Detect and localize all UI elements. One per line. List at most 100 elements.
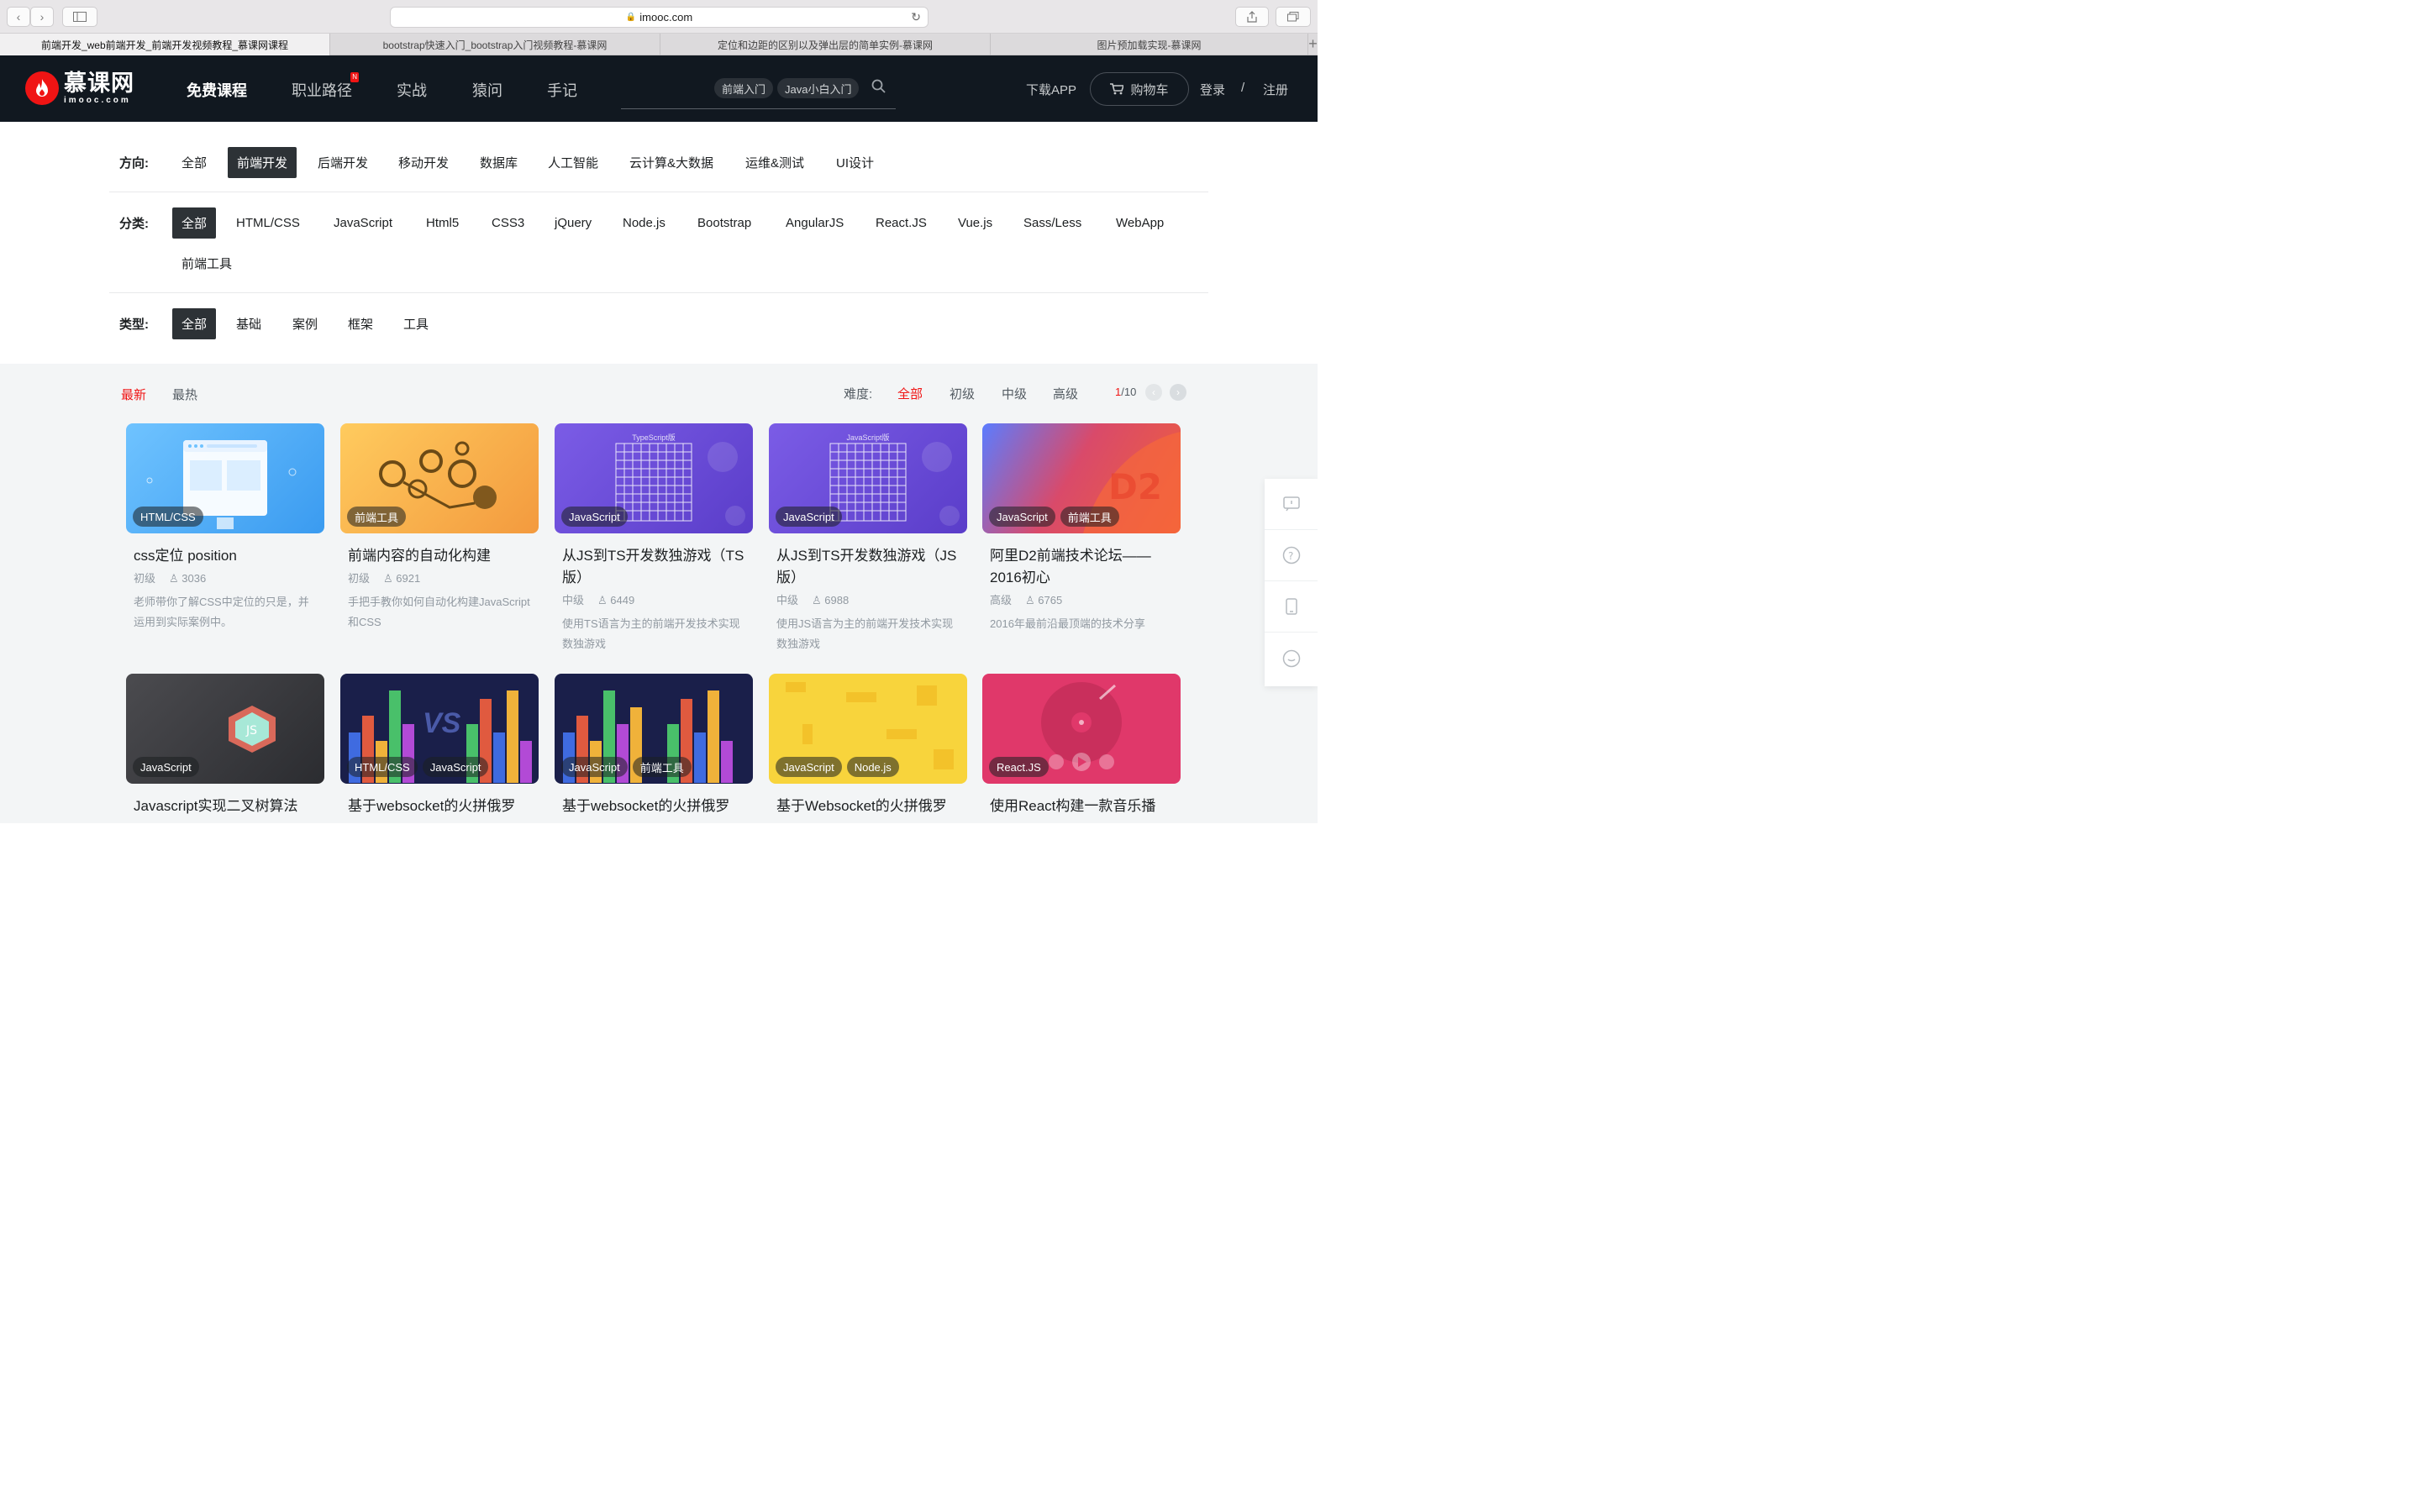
next-page-button[interactable]: › bbox=[1170, 384, 1186, 401]
filter-category-item[interactable]: JavaScript bbox=[324, 207, 402, 239]
filter-category-item[interactable]: Html5 bbox=[417, 207, 468, 239]
filter-category-item[interactable]: HTML/CSS bbox=[227, 207, 309, 239]
difficulty-option[interactable]: 中级 bbox=[1002, 385, 1027, 402]
browser-tab[interactable]: bootstrap快速入门_bootstrap入门视频教程-慕课网 bbox=[330, 34, 660, 55]
filter-direction-item[interactable]: 云计算&大数据 bbox=[620, 147, 723, 178]
prev-page-button[interactable]: ‹ bbox=[1145, 384, 1162, 401]
login-link[interactable]: 登录 bbox=[1200, 81, 1225, 98]
tabs-overview-button[interactable] bbox=[1276, 7, 1311, 27]
course-tag: HTML/CSS bbox=[347, 757, 418, 777]
course-card[interactable]: D2 JavaScript 前端工具 阿里D2前端技术论坛——2016初心 高级 ♙… bbox=[982, 423, 1181, 634]
course-title[interactable]: 基于Websocket的火拼俄罗 bbox=[776, 795, 960, 817]
filter-category-item[interactable]: CSS3 bbox=[482, 207, 534, 239]
course-card[interactable]: JavaScript版 JavaScript 从JS到TS开发数独游戏（JS版）… bbox=[769, 423, 967, 654]
course-card[interactable]: JavaScript Node.js 基于Websocket的火拼俄罗 bbox=[769, 674, 967, 817]
course-title[interactable]: 阿里D2前端技术论坛——2016初心 bbox=[990, 545, 1173, 589]
course-level: 初级 bbox=[134, 572, 156, 585]
filter-direction-item[interactable]: 运维&测试 bbox=[736, 147, 813, 178]
nav-practice[interactable]: 实战 bbox=[397, 79, 472, 101]
filter-category-item[interactable]: jQuery bbox=[545, 207, 601, 239]
course-title[interactable]: css定位 position bbox=[134, 545, 317, 567]
nav-notes[interactable]: 手记 bbox=[547, 79, 577, 101]
filter-type-item[interactable]: 案例 bbox=[283, 308, 327, 339]
course-title[interactable]: 基于websocket的火拼俄罗 bbox=[562, 795, 745, 817]
course-thumbnail: TypeScript版 JavaScript bbox=[555, 423, 753, 533]
filter-type-item[interactable]: 基础 bbox=[227, 308, 271, 339]
course-title[interactable]: 从JS到TS开发数独游戏（TS版） bbox=[562, 545, 745, 589]
filter-category-item[interactable]: AngularJS bbox=[776, 207, 853, 239]
course-card[interactable]: JavaScript 前端工具 基于websocket的火拼俄罗 bbox=[555, 674, 753, 817]
filter-direction-item[interactable]: 全部 bbox=[172, 147, 216, 178]
course-title[interactable]: 前端内容的自动化构建 bbox=[348, 545, 531, 567]
filter-category-item[interactable]: 全部 bbox=[172, 207, 217, 239]
course-card[interactable]: HTML/CSS css定位 position 初级 ♙ 3036 老师带你了解C… bbox=[126, 423, 324, 633]
course-list-area: 最新 最热 难度: 全部 初级 中级 高级 1/10 ‹ › HTML/CSS … bbox=[0, 364, 1318, 823]
filter-category-item[interactable]: 前端工具 bbox=[172, 248, 241, 279]
course-tag: React.JS bbox=[989, 757, 1049, 777]
feedback-icon[interactable] bbox=[1265, 479, 1318, 530]
course-learners: 6988 bbox=[824, 594, 850, 606]
tag-list: JavaScript 前端工具 bbox=[561, 757, 697, 777]
forward-button[interactable]: › bbox=[30, 7, 54, 27]
course-thumbnail: 前端工具 bbox=[340, 423, 539, 533]
filter-type-item[interactable]: 工具 bbox=[394, 308, 438, 339]
filter-category-item[interactable]: Sass/Less bbox=[1014, 207, 1091, 239]
nav-qa[interactable]: 猿问 bbox=[472, 79, 547, 101]
filter-category-item[interactable]: Node.js bbox=[613, 207, 675, 239]
browser-tab[interactable]: 前端开发_web前端开发_前端开发视频教程_慕课网课程 bbox=[0, 34, 330, 55]
browser-tab[interactable]: 图片预加载实现-慕课网 bbox=[991, 34, 1308, 55]
mobile-icon[interactable] bbox=[1265, 581, 1318, 633]
filter-direction-item[interactable]: 人工智能 bbox=[539, 147, 608, 178]
register-link[interactable]: 注册 bbox=[1263, 81, 1288, 98]
search-box[interactable]: 前端入门 Java小白入门 bbox=[621, 71, 896, 109]
help-icon[interactable]: ? bbox=[1265, 530, 1318, 581]
cart-button[interactable]: 购物车 bbox=[1090, 72, 1189, 106]
nav-career-path-label: 职业路径 bbox=[292, 82, 352, 99]
difficulty-option[interactable]: 全部 bbox=[897, 385, 923, 402]
course-card[interactable]: JS JavaScript Javascript实现二叉树算法 bbox=[126, 674, 324, 817]
share-button[interactable] bbox=[1235, 7, 1269, 27]
nav-free-courses[interactable]: 免费课程 bbox=[187, 79, 292, 101]
filter-direction-item[interactable]: 后端开发 bbox=[308, 147, 377, 178]
browser-tab[interactable]: 定位和边距的区别以及弹出层的简单实例-慕课网 bbox=[660, 34, 991, 55]
difficulty-option[interactable]: 高级 bbox=[1053, 385, 1078, 402]
filter-category-item[interactable]: React.JS bbox=[866, 207, 936, 239]
course-card[interactable]: VS HTML/CSS JavaScript 基于websocket的火拼俄罗 bbox=[340, 674, 539, 817]
cart-label: 购物车 bbox=[1130, 82, 1169, 97]
filter-direction-item[interactable]: 移动开发 bbox=[389, 147, 458, 178]
category-label: 分类: bbox=[119, 217, 149, 231]
course-card[interactable]: React.JS 使用React构建一款音乐播 bbox=[982, 674, 1181, 817]
course-level: 初级 bbox=[348, 572, 371, 585]
chat-icon[interactable] bbox=[1265, 633, 1318, 684]
download-app-link[interactable]: 下载APP bbox=[1026, 81, 1076, 98]
difficulty-option[interactable]: 初级 bbox=[950, 385, 975, 402]
course-title[interactable]: 使用React构建一款音乐播 bbox=[990, 795, 1173, 817]
course-title[interactable]: Javascript实现二叉树算法 bbox=[134, 795, 317, 817]
course-title[interactable]: 基于websocket的火拼俄罗 bbox=[348, 795, 531, 817]
filter-category-item[interactable]: WebApp bbox=[1107, 207, 1173, 239]
search-tag[interactable]: Java小白入门 bbox=[777, 78, 860, 98]
filter-category-item[interactable]: Vue.js bbox=[949, 207, 1002, 239]
site-logo[interactable]: 慕课网 imooc.com bbox=[25, 71, 134, 105]
sort-newest[interactable]: 最新 bbox=[121, 386, 146, 403]
search-tag[interactable]: 前端入门 bbox=[714, 78, 774, 98]
sidebar-toggle-button[interactable] bbox=[62, 7, 97, 27]
new-tab-icon[interactable]: + bbox=[1308, 34, 1318, 55]
nav-career-path[interactable]: 职业路径 N bbox=[292, 72, 397, 101]
filter-type-item[interactable]: 全部 bbox=[172, 308, 217, 339]
back-button[interactable]: ‹ bbox=[7, 7, 30, 27]
filter-direction-item[interactable]: 前端开发 bbox=[228, 147, 297, 178]
address-bar[interactable]: 🔒 imooc.com ↻ bbox=[390, 7, 929, 28]
course-card[interactable]: TypeScript版 JavaScript 从JS到TS开发数独游戏（TS版）… bbox=[555, 423, 753, 654]
reload-icon[interactable]: ↻ bbox=[911, 10, 921, 24]
course-card[interactable]: 前端工具 前端内容的自动化构建 初级 ♙ 6921 手把手教你如何自动化构建Jav… bbox=[340, 423, 539, 633]
course-title[interactable]: 从JS到TS开发数独游戏（JS版） bbox=[776, 545, 960, 589]
sort-hottest[interactable]: 最热 bbox=[172, 386, 197, 403]
filter-direction-item[interactable]: 数据库 bbox=[471, 147, 527, 178]
filter-category-item[interactable]: Bootstrap bbox=[688, 207, 760, 239]
filter-direction-item[interactable]: UI设计 bbox=[827, 147, 883, 178]
search-icon[interactable] bbox=[871, 79, 886, 98]
filter-type-item[interactable]: 框架 bbox=[339, 308, 382, 339]
course-tag: JavaScript bbox=[561, 507, 628, 527]
course-thumbnail: JavaScript Node.js bbox=[769, 674, 967, 784]
